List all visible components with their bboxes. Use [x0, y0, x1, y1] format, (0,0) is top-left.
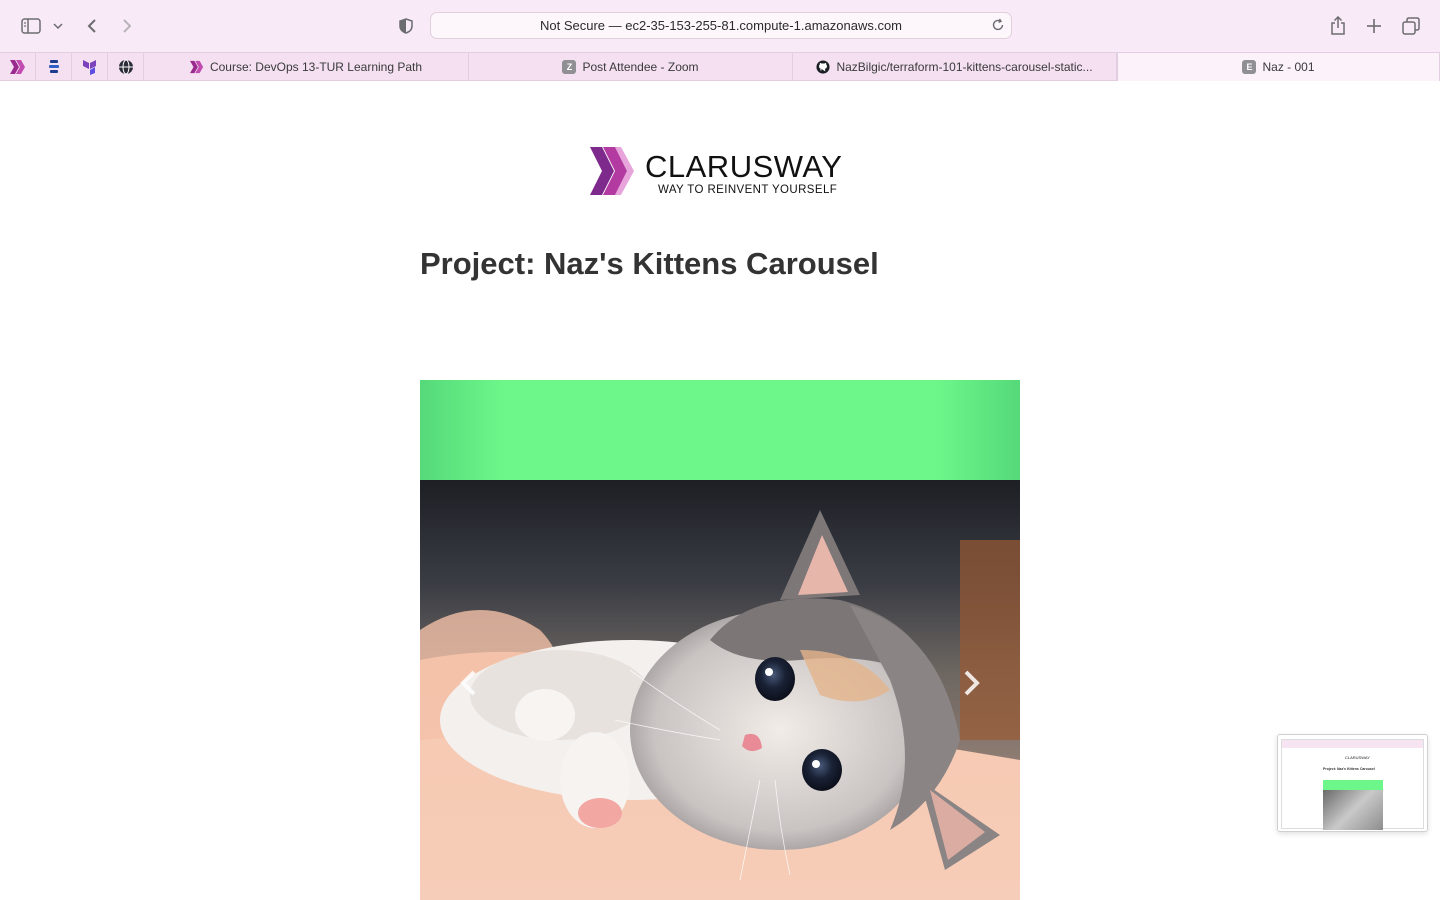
- tab-overview-icon[interactable]: [1399, 14, 1423, 38]
- carousel-top-band: [420, 380, 1020, 480]
- logo-name: CLARUSWAY: [645, 149, 843, 184]
- browser-toolbar: Not Secure — ec2-35-153-255-81.compute-1…: [0, 0, 1440, 52]
- thumbnail-preview: CLARUSWAY Project: Naz's Kittens Carouse…: [1281, 739, 1424, 830]
- screenshot-thumbnail[interactable]: CLARUSWAY Project: Naz's Kittens Carouse…: [1277, 734, 1428, 832]
- globe-icon: [118, 59, 133, 75]
- clarusway-icon: [9, 60, 25, 74]
- thumbnail-kitten: [1323, 790, 1383, 830]
- new-tab-icon[interactable]: [1362, 14, 1386, 38]
- page-title: Project: Naz's Kittens Carousel: [420, 246, 879, 281]
- thumbnail-band: [1323, 780, 1383, 790]
- terraform-icon: [82, 60, 96, 75]
- share-icon[interactable]: [1326, 14, 1350, 38]
- tab-label: NazBilgic/terraform-101-kittens-carousel…: [836, 60, 1093, 74]
- logo-tagline: WAY TO REINVENT YOURSELF: [658, 184, 838, 196]
- tab-bar: Course: DevOps 13-TUR Learning Path Z Po…: [0, 52, 1440, 81]
- tab-label: Naz - 001: [1262, 60, 1315, 74]
- pinned-tab-terraform[interactable]: [72, 53, 108, 81]
- clarusway-chevron-icon: [590, 147, 634, 195]
- carousel-next-button[interactable]: [957, 668, 987, 698]
- address-text: Not Secure — ec2-35-153-255-81.compute-1…: [539, 18, 902, 33]
- sidebar-toggle-icon[interactable]: [18, 14, 44, 38]
- clarusway-logo: CLARUSWAY WAY TO REINVENT YOURSELF: [588, 143, 858, 201]
- chevron-down-icon[interactable]: [50, 14, 66, 38]
- thumbnail-title: Project: Naz's Kittens Carousel: [1323, 767, 1375, 771]
- zoom-favicon-icon: Z: [562, 60, 577, 74]
- kitten-photo: [420, 480, 1020, 900]
- kittens-carousel: [420, 380, 1020, 900]
- pinned-tab-stack[interactable]: [36, 53, 72, 81]
- tab-zoom[interactable]: Z Post Attendee - Zoom: [469, 53, 793, 81]
- tab-label: Course: DevOps 13-TUR Learning Path: [209, 60, 423, 74]
- reload-icon[interactable]: [991, 18, 1005, 35]
- thumbnail-logo: CLARUSWAY: [1345, 755, 1370, 760]
- carousel-prev-button[interactable]: [453, 668, 483, 698]
- pinned-tab-clarusway[interactable]: [0, 53, 36, 81]
- clarusway-icon: [189, 60, 204, 74]
- tab-course[interactable]: Course: DevOps 13-TUR Learning Path: [144, 53, 469, 81]
- page-favicon-icon: E: [1242, 60, 1257, 74]
- back-icon[interactable]: [80, 14, 104, 38]
- tab-github[interactable]: NazBilgic/terraform-101-kittens-carousel…: [793, 53, 1117, 81]
- stack-icon: [48, 60, 59, 73]
- tab-label: Post Attendee - Zoom: [582, 60, 699, 74]
- chevron-right-icon: [964, 670, 980, 696]
- github-icon: [816, 60, 831, 74]
- address-bar[interactable]: Not Secure — ec2-35-153-255-81.compute-1…: [430, 12, 1012, 39]
- pinned-tab-globe[interactable]: [108, 53, 144, 81]
- forward-icon[interactable]: [115, 14, 139, 38]
- thumbnail-toolbar: [1282, 740, 1423, 748]
- chevron-left-icon: [460, 670, 476, 696]
- privacy-shield-icon[interactable]: [394, 14, 418, 38]
- tab-naz-001[interactable]: E Naz - 001: [1117, 53, 1440, 81]
